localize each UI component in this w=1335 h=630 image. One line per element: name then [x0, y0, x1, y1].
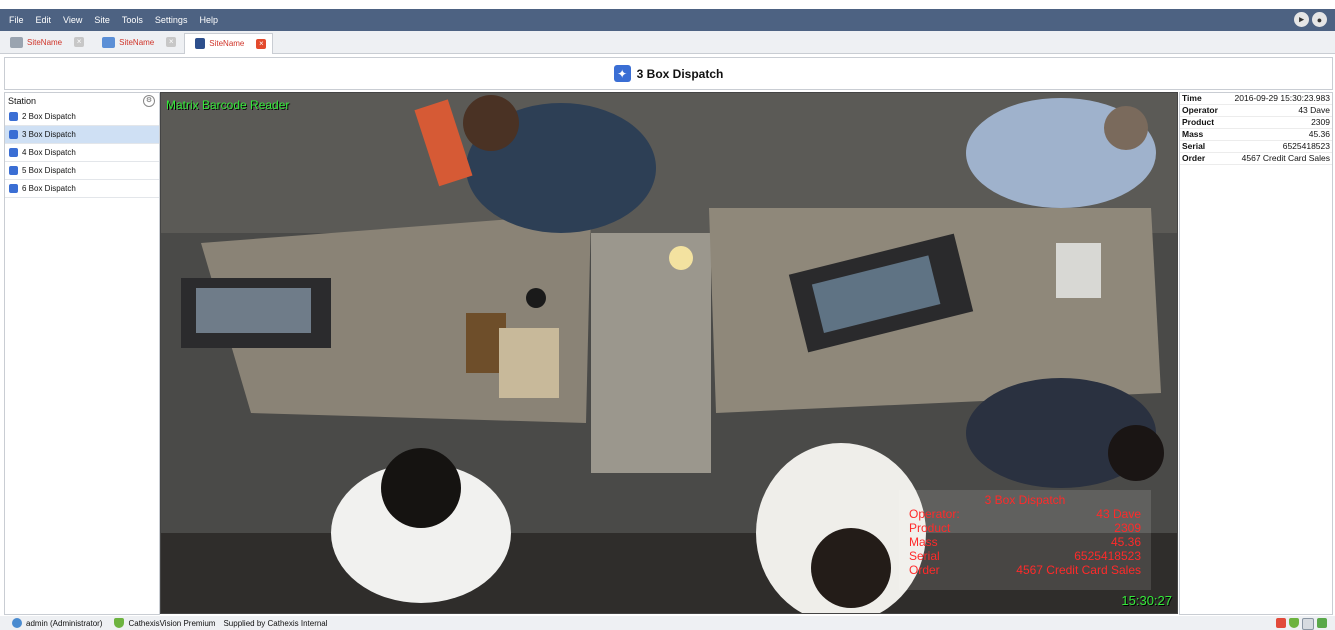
status-user-label: admin (Administrator) [26, 618, 103, 628]
info-row-product: Product 2309 [1180, 117, 1332, 129]
station-panel: Station ⚙ 2 Box Dispatch 3 Box Dispatch … [4, 92, 160, 615]
puzzle-icon [9, 112, 18, 121]
menu-bar: File Edit View Site Tools Settings Help … [0, 9, 1335, 31]
overlay-row-order: Order 4567 Credit Card Sales [899, 563, 1151, 577]
status-product: CathexisVision Premium [102, 618, 215, 628]
overlay-key: Operator: [909, 507, 960, 521]
tab-site-network[interactable]: SiteName × [0, 33, 90, 51]
station-item-3[interactable]: 3 Box Dispatch [5, 126, 159, 144]
station-label: 6 Box Dispatch [22, 184, 76, 193]
overlay-row-product: Product 2309 [899, 521, 1151, 535]
info-value: 2309 [1311, 117, 1330, 127]
menu-right-icons: ▸ ● [1294, 12, 1327, 27]
station-label: 2 Box Dispatch [22, 112, 76, 121]
info-row-mass: Mass 45.36 [1180, 129, 1332, 141]
info-value: 43 Dave [1298, 105, 1330, 115]
tab-label: SiteName [27, 37, 63, 47]
tab-bar: SiteName × SiteName × SiteName × [0, 31, 1335, 54]
puzzle-icon [9, 148, 18, 157]
window-icon[interactable] [1302, 618, 1314, 630]
info-row-time: Time 2016-09-29 15:30:23.983 [1180, 93, 1332, 105]
page-title: 3 Box Dispatch [636, 66, 724, 81]
info-value: 45.36 [1308, 129, 1330, 139]
menu-site[interactable]: Site [88, 15, 116, 25]
overlay-value: 43 Dave [1096, 507, 1141, 521]
info-key: Time [1182, 93, 1202, 103]
puzzle-icon [9, 184, 18, 193]
overlay-value: 2309 [1114, 521, 1141, 535]
puzzle-icon [9, 166, 18, 175]
overlay-key: Order [909, 563, 940, 577]
video-title: Matrix Barcode Reader [166, 98, 290, 112]
tab-site-camera[interactable]: SiteName × [184, 32, 274, 54]
overlay-key: Serial [909, 549, 940, 563]
status-user[interactable]: admin (Administrator) [0, 618, 102, 628]
station-item-2[interactable]: 2 Box Dispatch [5, 108, 159, 126]
settings-icon[interactable]: ⚙ [143, 95, 155, 107]
user-icon [12, 618, 22, 628]
status-product-label: CathexisVision Premium [128, 618, 216, 628]
tab-label: SiteName [209, 39, 245, 48]
station-header: Station ⚙ [5, 93, 159, 108]
shield-icon[interactable] [1289, 618, 1299, 628]
overlay-title: 3 Box Dispatch [984, 493, 1066, 507]
monitor-icon [102, 36, 116, 48]
info-row-order: Order 4567 Credit Card Sales [1180, 153, 1332, 165]
close-icon[interactable]: × [166, 37, 177, 47]
network-icon[interactable] [1317, 618, 1327, 628]
video-timestamp: 15:30:27 [1121, 593, 1172, 608]
overlay-key: Mass [909, 535, 938, 549]
station-header-label: Station [8, 95, 37, 106]
info-key: Operator [1182, 105, 1218, 115]
menu-file[interactable]: File [0, 15, 30, 25]
page-title-bar: ✦ 3 Box Dispatch [4, 57, 1333, 90]
overlay-row-serial: Serial 6525418523 [899, 549, 1151, 563]
menu-settings[interactable]: Settings [149, 15, 194, 25]
info-key: Serial [1182, 141, 1206, 151]
menu-edit[interactable]: Edit [30, 15, 58, 25]
puzzle-icon: ✦ [613, 65, 631, 82]
close-icon[interactable]: × [256, 38, 267, 49]
puzzle-icon [9, 130, 18, 139]
station-label: 5 Box Dispatch [22, 166, 76, 175]
menu-help[interactable]: Help [193, 15, 224, 25]
camera-icon [195, 38, 206, 49]
status-right-icons [1276, 618, 1327, 630]
shield-icon [114, 618, 125, 628]
info-value: 4567 Credit Card Sales [1241, 153, 1330, 163]
info-key: Order [1182, 153, 1206, 163]
close-icon[interactable]: × [74, 37, 85, 47]
flag-icon[interactable] [1276, 618, 1286, 628]
status-supplied: Supplied by Cathexis Internal [215, 619, 327, 628]
transaction-overlay: 3 Box Dispatch Operator: 43 Dave Product… [899, 490, 1151, 590]
station-item-4[interactable]: 4 Box Dispatch [5, 144, 159, 162]
menu-view[interactable]: View [57, 15, 88, 25]
info-row-serial: Serial 6525418523 [1180, 141, 1332, 153]
info-key: Product [1182, 117, 1215, 127]
station-item-6[interactable]: 6 Box Dispatch [5, 180, 159, 198]
info-value: 2016-09-29 15:30:23.983 [1234, 93, 1330, 103]
status-bar: admin (Administrator) CathexisVision Pre… [0, 616, 1335, 630]
tab-site-monitor[interactable]: SiteName × [92, 33, 182, 51]
overlay-value: 45.36 [1110, 535, 1141, 549]
info-key: Mass [1182, 129, 1204, 139]
transaction-info-panel: Time 2016-09-29 15:30:23.983 Operator 43… [1179, 92, 1333, 615]
overlay-value: 6525418523 [1074, 549, 1141, 563]
info-row-operator: Operator 43 Dave [1180, 105, 1332, 117]
station-label: 4 Box Dispatch [22, 148, 76, 157]
user-icon[interactable]: ● [1312, 12, 1327, 27]
overlay-value: 4567 Credit Card Sales [1016, 563, 1141, 577]
network-icon [10, 36, 23, 48]
info-value: 6525418523 [1282, 141, 1330, 151]
station-item-5[interactable]: 5 Box Dispatch [5, 162, 159, 180]
status-supplied-label: Supplied by Cathexis Internal [223, 618, 328, 628]
overlay-row-operator: Operator: 43 Dave [899, 507, 1151, 521]
menu-tools[interactable]: Tools [116, 15, 149, 25]
station-label: 3 Box Dispatch [22, 130, 76, 139]
camera-video-feed[interactable]: Matrix Barcode Reader 3 Box Dispatch Ope… [160, 92, 1178, 614]
overlay-row-mass: Mass 45.36 [899, 535, 1151, 549]
volume-icon[interactable]: ▸ [1294, 12, 1309, 27]
tab-label: SiteName [119, 37, 155, 47]
overlay-key: Product [909, 521, 951, 535]
